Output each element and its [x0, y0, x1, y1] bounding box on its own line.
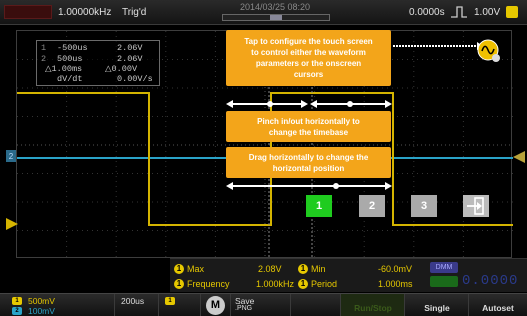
- status-bar: 1.00000kHz Trig'd 2014/03/25 08:20 0.000…: [0, 0, 527, 25]
- save-button[interactable]: Save .PNG: [231, 294, 291, 316]
- dmm-value: 0.0000: [462, 273, 519, 289]
- drag-hint: Drag horizontally to change the horizont…: [226, 147, 391, 178]
- measurement-label: Frequency: [187, 279, 230, 289]
- measurement-label: Max: [187, 264, 205, 274]
- sample-rate: 1.00000kHz: [58, 7, 112, 18]
- ch2-badge: 2: [12, 307, 22, 315]
- cursor-time: -500us: [57, 43, 88, 53]
- autoset-button[interactable]: Autoset: [469, 294, 527, 316]
- trigger-status: Trig'd: [122, 7, 147, 18]
- measurement-label: Min: [311, 264, 326, 274]
- run-stop-button[interactable]: Run/Stop: [341, 294, 405, 316]
- measurement-source-badge: 1: [298, 264, 308, 274]
- measurement-source-badge: 1: [298, 279, 308, 289]
- ch1-badge: 1: [12, 297, 22, 305]
- touch-mode-icon[interactable]: [476, 38, 502, 64]
- trigger-position: 0.0000s: [409, 7, 445, 18]
- trigger-level: 1.00V: [474, 7, 501, 18]
- touch-config-hint: Tap to configure the touch screen to con…: [226, 30, 391, 86]
- exit-icon: [467, 197, 484, 215]
- acquisition-indicator[interactable]: [4, 5, 52, 19]
- math-button[interactable]: M: [201, 294, 231, 316]
- channel-scale-button[interactable]: 1 500mV 2 100mV: [0, 294, 115, 316]
- cursor-index: 1: [41, 43, 47, 53]
- ch2-level-marker[interactable]: 2: [6, 150, 16, 162]
- trigger-level-marker[interactable]: [513, 151, 525, 163]
- memory-window: [269, 15, 283, 20]
- measurement-source-badge: 1: [174, 264, 184, 274]
- measurement-value: 2.08V: [258, 264, 282, 274]
- pinch-hint: Pinch in/out horizontally to change the …: [226, 111, 391, 142]
- ch1-level-marker[interactable]: [6, 218, 18, 230]
- save-format: .PNG: [235, 305, 253, 312]
- single-button[interactable]: Single: [405, 294, 469, 316]
- cursor-readout[interactable]: 1 -500us 2.06V 2 500us 2.06V △1.00ms △0.…: [36, 40, 160, 86]
- timebase-button[interactable]: 200us: [115, 294, 159, 316]
- trigger-source-badge: 1: [165, 297, 175, 305]
- bottom-control-bar: 1 500mV 2 100mV 200us 1 M Save .PNG Run/…: [0, 293, 527, 316]
- single-label: Single: [424, 303, 450, 313]
- trigger-menu-button[interactable]: 1: [159, 294, 201, 316]
- run-stop-label: Run/Stop: [354, 303, 392, 313]
- ch1-scale: 500mV: [28, 296, 55, 306]
- date-time: 2014/03/25 08:20: [239, 2, 311, 12]
- exit-tutorial-button[interactable]: [463, 195, 489, 217]
- autoset-label: Autoset: [482, 303, 514, 313]
- svg-text:2: 2: [9, 152, 14, 161]
- ch2-scale: 100mV: [28, 306, 55, 316]
- tutorial-page-1-button[interactable]: 1: [306, 195, 332, 217]
- tutorial-page-2-button[interactable]: 2: [359, 195, 385, 217]
- pinch-gesture-arrows: [226, 100, 392, 108]
- cursor-row-1: 1 -500us 2.06V: [37, 43, 159, 54]
- math-icon: M: [206, 296, 225, 315]
- dmm-tag: DMM: [430, 262, 458, 273]
- cursor-slope-label: dV/dt: [57, 74, 83, 84]
- cursor-slope-row: dV/dt 0.00V/s: [37, 74, 159, 85]
- measurement-source-badge: 1: [174, 279, 184, 289]
- measurement-label: Period: [311, 279, 338, 289]
- measurement-value: 1.000kHz: [256, 279, 295, 289]
- measurement-value: -60.0mV: [378, 264, 413, 274]
- acquire-menu-button[interactable]: [291, 294, 341, 316]
- timebase-value: 200us: [121, 296, 145, 306]
- dmm-readout[interactable]: DMM 0.0000: [428, 262, 522, 290]
- tutorial-page-3-button[interactable]: 3: [411, 195, 437, 217]
- trigger-source-indicator[interactable]: [506, 6, 518, 18]
- memory-position-bar[interactable]: [222, 14, 330, 21]
- rising-edge-icon: [451, 6, 467, 18]
- drag-gesture-arrow: [226, 182, 392, 190]
- hint-pointer-line: [393, 42, 483, 50]
- measurement-value: 1.000ms: [378, 279, 413, 289]
- cursor-voltage: 2.06V: [117, 43, 143, 53]
- dmm-mode-badge: [430, 276, 458, 287]
- cursor-slope-value: 0.00V/s: [117, 74, 153, 84]
